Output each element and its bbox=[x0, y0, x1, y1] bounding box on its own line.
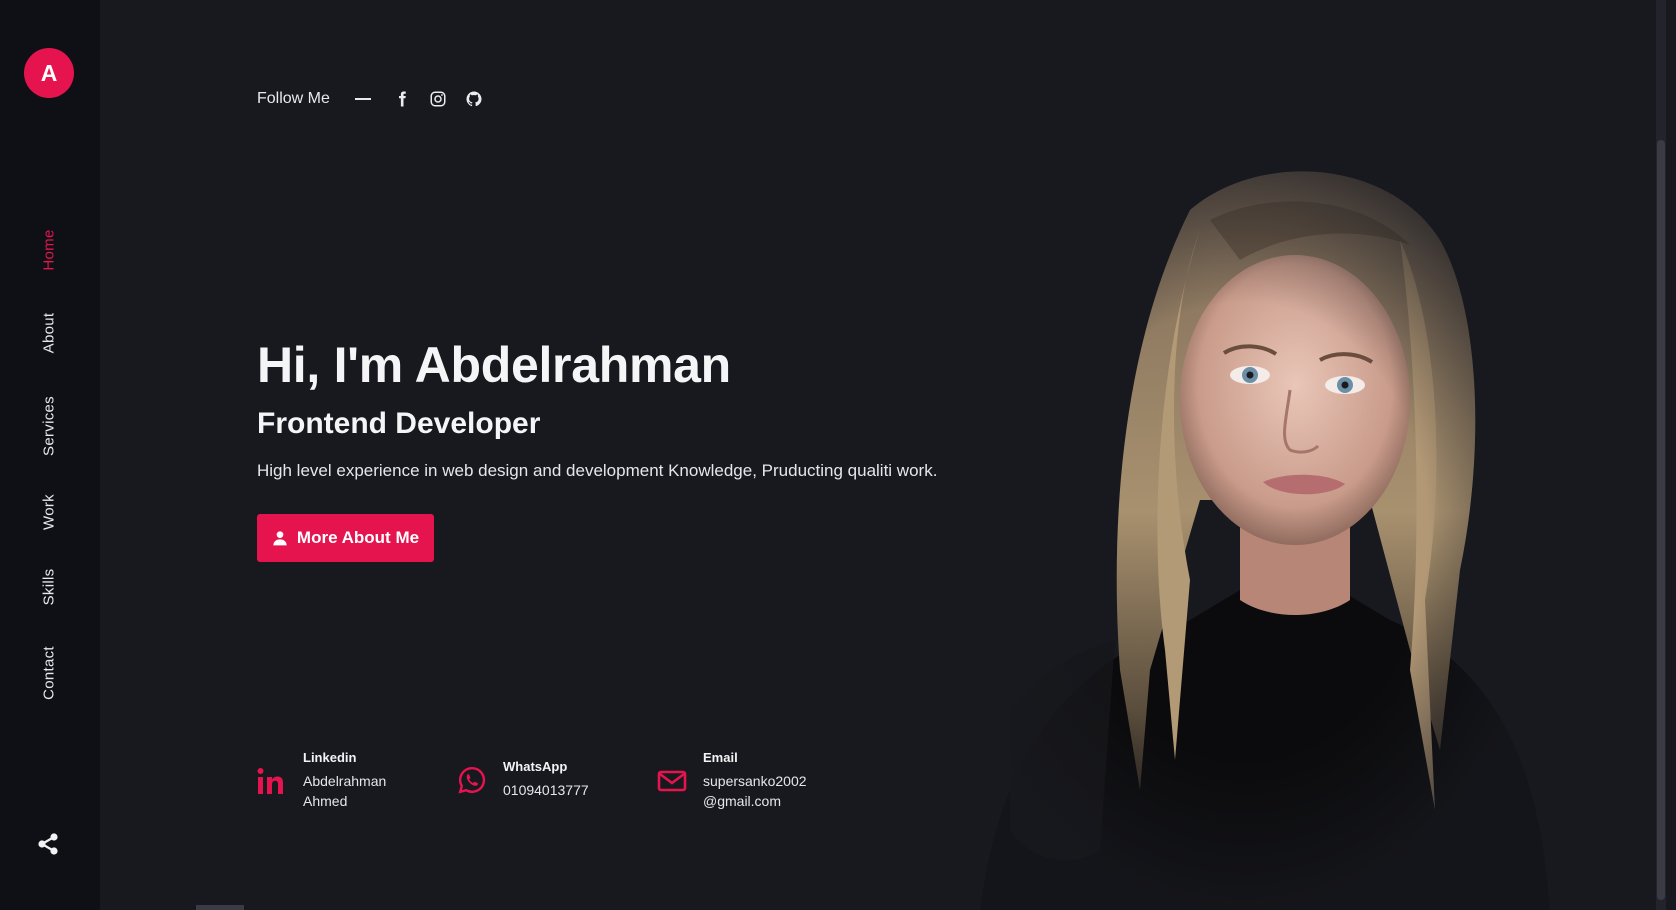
user-icon bbox=[273, 531, 287, 546]
nav-home[interactable]: Home bbox=[41, 229, 58, 270]
contact-value: Abdelrahman Ahmed bbox=[303, 773, 387, 809]
nav-work[interactable]: Work bbox=[41, 494, 58, 530]
nav-services[interactable]: Services bbox=[41, 396, 58, 456]
contact-whatsapp[interactable]: WhatsApp 01094013777 bbox=[457, 759, 589, 800]
sidebar: A Home About Services Work Skills Contac… bbox=[0, 0, 100, 910]
facebook-icon[interactable] bbox=[393, 90, 411, 108]
linkedin-icon bbox=[257, 767, 283, 794]
hero-title: Hi, I'm Abdelrahman bbox=[257, 337, 731, 393]
vertical-scrollbar[interactable] bbox=[1656, 0, 1666, 910]
scrollbar-thumb[interactable] bbox=[1657, 140, 1665, 900]
main-content: Follow Me Hi, I'm Abdelrahman Frontend D… bbox=[100, 0, 1666, 910]
contact-title: Linkedin bbox=[303, 750, 357, 765]
share-icon[interactable] bbox=[36, 832, 60, 856]
mail-icon bbox=[657, 770, 687, 791]
contact-value: supersanko2002 @gmail.com bbox=[703, 773, 807, 809]
logo-badge[interactable]: A bbox=[24, 48, 74, 98]
horizontal-scrollbar-thumb[interactable] bbox=[196, 905, 244, 910]
follow-label: Follow Me bbox=[257, 90, 330, 107]
contact-email[interactable]: Email supersanko2002 @gmail.com bbox=[657, 750, 807, 811]
nav-about[interactable]: About bbox=[41, 313, 58, 354]
instagram-icon[interactable] bbox=[429, 90, 447, 108]
contact-title: Email bbox=[703, 750, 738, 765]
cta-label: More About Me bbox=[296, 528, 420, 547]
contact-linkedin[interactable]: Linkedin Abdelrahman Ahmed bbox=[257, 750, 386, 811]
divider-dash bbox=[354, 98, 371, 100]
nav-skills[interactable]: Skills bbox=[41, 569, 58, 606]
nav-contact[interactable]: Contact bbox=[41, 646, 58, 700]
hero-subtitle: Frontend Developer bbox=[257, 407, 541, 440]
contact-title: WhatsApp bbox=[503, 759, 568, 774]
hero-description: High level experience in web design and … bbox=[257, 461, 938, 480]
github-icon[interactable] bbox=[465, 90, 483, 108]
more-about-me-button[interactable]: More About Me bbox=[257, 514, 434, 562]
portrait-image bbox=[940, 150, 1550, 910]
contact-value: 01094013777 bbox=[503, 782, 589, 798]
follow-bar: Follow Me bbox=[257, 90, 501, 108]
whatsapp-icon bbox=[458, 766, 486, 793]
